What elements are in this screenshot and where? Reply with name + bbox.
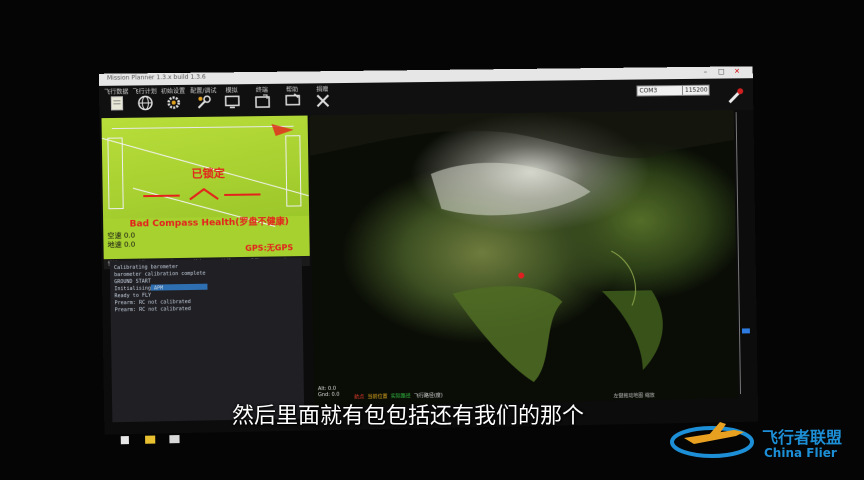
compass-warning: Bad Compass Health(罗盘不健康) — [129, 217, 289, 230]
toolbar-config-tuning[interactable]: 配置/调试 — [188, 84, 219, 117]
toolbar-help[interactable]: 帮助 — [277, 83, 308, 115]
maximize-button[interactable]: □ — [715, 68, 727, 77]
terminal-icon — [255, 94, 270, 109]
simulation-monitor-icon — [225, 94, 240, 109]
watermark-english: China Flier — [764, 446, 837, 460]
window-title: Mission Planner 1.3.x build 1.3.6 — [106, 73, 206, 82]
com-port-select[interactable]: COM3 — [636, 84, 685, 97]
toolbar-label: 终端 — [255, 86, 268, 95]
toolbar-label: 帮助 — [285, 86, 299, 94]
toolbar-label: 飞行数据 — [104, 88, 129, 96]
taskbar-icons — [120, 435, 180, 445]
minimize-button[interactable]: – — [699, 68, 711, 77]
toolbar-initial-setup[interactable]: 初始设置 — [158, 85, 189, 118]
artificial-horizon-hud: 已锁定 Bad Compass Health(罗盘不健康) 空速 0.0 地速 … — [101, 115, 310, 260]
toolbar-terminal[interactable]: 终端 — [247, 84, 278, 116]
console-line: Initialising APM — [114, 285, 164, 293]
console-line: Ready to FLY — [114, 292, 152, 300]
china-flier-logo-icon — [670, 422, 754, 458]
console-line: GROUND START — [114, 278, 151, 286]
toolbar-donate[interactable]: 捐赠 — [307, 83, 338, 115]
toolbar-label: 模拟 — [225, 87, 238, 95]
taskbar — [115, 430, 237, 447]
armed-status: 已锁定 — [191, 166, 225, 181]
toolbar-flight-data[interactable]: 飞行数据 — [101, 86, 132, 119]
map-readout: Alt: 0.0 Gnd: 0.0 — [318, 386, 340, 398]
gps-status: GPS:无GPS — [245, 243, 294, 253]
toolbar-simulation[interactable]: 模拟 — [216, 84, 247, 117]
toolbar-label: 配置/调试 — [190, 87, 217, 95]
watermark-chinese: 飞行者联盟 — [762, 428, 843, 447]
console-line: Prearm: RC not calibrated — [114, 306, 191, 314]
folder-icon — [145, 435, 156, 444]
flight-data-icon — [109, 95, 123, 110]
console-line: barometer calibration complete — [114, 270, 206, 279]
globe-icon — [137, 95, 152, 110]
toolbar-label: 捐赠 — [316, 86, 329, 94]
help-icon — [285, 93, 300, 106]
groundspeed-readout: 地速 0.0 — [107, 240, 136, 250]
toolbar-label: 初始设置 — [160, 87, 186, 96]
config-wrench-icon — [196, 95, 211, 110]
donate-icon — [315, 94, 329, 107]
toolbar-label: 飞行计划 — [132, 88, 157, 96]
connect-plug-icon[interactable] — [725, 86, 745, 106]
console-line: Prearm: RC not calibrated — [114, 299, 191, 307]
vehicle-position-marker — [518, 272, 525, 279]
close-button[interactable]: ✕ — [731, 67, 743, 76]
zoom-slider-thumb[interactable] — [741, 328, 750, 334]
monitor-screen: Mission Planner 1.3.x build 1.3.6 – □ ✕ … — [98, 66, 759, 445]
toolbar-flight-plan[interactable]: 飞行计划 — [129, 85, 160, 118]
setup-gear-icon — [166, 95, 181, 110]
windows-start-icon — [120, 436, 129, 445]
terrain-overlay — [309, 110, 735, 384]
satellite-map[interactable]: Alt: 0.0 Gnd: 0.0 航点 当前位置 实际路径 飞行路径(度) 左… — [309, 110, 739, 407]
app-icon — [169, 435, 180, 444]
zoom-slider[interactable] — [735, 111, 753, 395]
baud-rate-select[interactable]: 115200 — [681, 84, 710, 96]
map-status-text: 左键拖动地图 缩放 — [613, 392, 655, 400]
video-subtitle: 然后里面就有包包括还有我们的那个 — [232, 404, 585, 429]
console-line: Calibrating barometer — [113, 264, 179, 272]
